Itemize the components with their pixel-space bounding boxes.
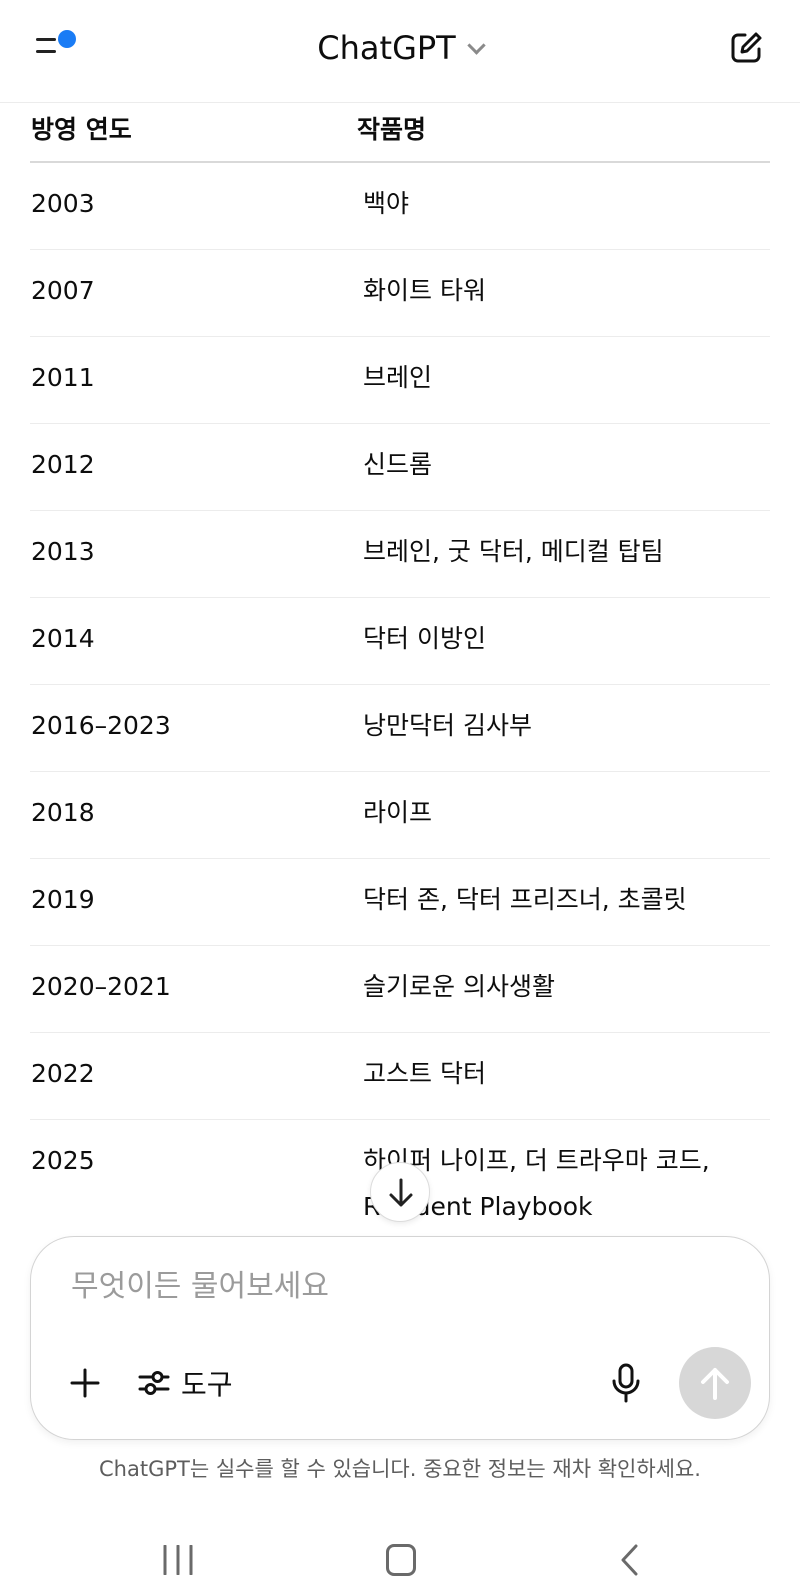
- title-cell: 고스트 닥터: [363, 1059, 486, 1088]
- prompt-input[interactable]: [71, 1263, 711, 1309]
- app-title: ChatGPT: [317, 29, 456, 67]
- table-row: 2012 신드롬: [30, 424, 770, 511]
- year-cell: 2011: [31, 363, 95, 392]
- year-cell: 2003: [31, 189, 95, 218]
- chevron-down-icon: [467, 36, 486, 55]
- year-cell: 2012: [31, 450, 95, 479]
- table-row: 2011 브레인: [30, 337, 770, 424]
- top-bar: ChatGPT: [0, 0, 800, 103]
- table-row: 2022 고스트 닥터: [30, 1033, 770, 1120]
- recent-apps-icon: [163, 1544, 193, 1576]
- table-header: 방영 연도 작품명: [30, 103, 770, 163]
- year-cell: 2014: [31, 624, 95, 653]
- scroll-to-bottom-button[interactable]: [370, 1162, 430, 1222]
- year-cell: 2007: [31, 276, 95, 305]
- tools-button[interactable]: 도구: [137, 1361, 233, 1405]
- title-cell: 화이트 타워: [363, 276, 486, 305]
- plus-icon: [70, 1368, 100, 1398]
- table-row: 2018 라이프: [30, 772, 770, 859]
- drama-table: 방영 연도 작품명 2003 백야 2007 화이트 타워 2011 브레인 2012…: [30, 103, 770, 1221]
- tools-label: 도구: [181, 1368, 233, 1401]
- back-button[interactable]: [615, 1544, 645, 1576]
- title-cell: 닥터 이방인: [363, 624, 486, 653]
- disclaimer-text: ChatGPT는 실수를 할 수 있습니다. 중요한 정보는 재차 확인하세요.: [99, 1457, 701, 1481]
- microphone-icon: [612, 1363, 640, 1403]
- home-button[interactable]: [386, 1544, 416, 1576]
- year-cell: 2013: [31, 537, 95, 566]
- table-row: 2003 백야: [30, 163, 770, 250]
- column-header-title: 작품명: [357, 115, 427, 144]
- year-cell: 2018: [31, 798, 95, 827]
- arrow-up-icon: [701, 1368, 729, 1400]
- new-chat-icon: [731, 32, 762, 63]
- title-cell: 브레인: [363, 363, 433, 392]
- back-icon: [621, 1544, 638, 1576]
- table-row: 2013 브레인, 굿 닥터, 메디컬 탑팀: [30, 511, 770, 598]
- title-cell: 닥터 존, 닥터 프리즈너, 초콜릿: [363, 885, 687, 914]
- year-cell: 2022: [31, 1059, 95, 1088]
- year-cell: 2020–2021: [31, 972, 171, 1001]
- title-cell: 백야: [363, 189, 410, 218]
- title-cell: 라이프: [363, 798, 433, 827]
- title-cell: 낭만닥터 김사부: [363, 711, 532, 740]
- year-cell: 2019: [31, 885, 95, 914]
- sliders-icon: [138, 1371, 170, 1395]
- table-row: 2019 닥터 존, 닥터 프리즈너, 초콜릿: [30, 859, 770, 946]
- year-cell: 2016–2023: [31, 711, 171, 740]
- table-row: 2007 화이트 타워: [30, 250, 770, 337]
- column-header-year: 방영 연도: [31, 115, 132, 144]
- attach-button[interactable]: [67, 1365, 103, 1401]
- table-row: 2020–2021 슬기로운 의사생활: [30, 946, 770, 1033]
- recent-apps-button[interactable]: [162, 1544, 196, 1576]
- title-cell: 슬기로운 의사생활: [363, 972, 555, 1001]
- table-row: 2014 닥터 이방인: [30, 598, 770, 685]
- model-selector[interactable]: ChatGPT: [0, 26, 800, 70]
- year-cell: 2025: [31, 1146, 95, 1175]
- system-navigation-bar: [0, 1520, 800, 1595]
- table-row: 2016–2023 낭만닥터 김사부: [30, 685, 770, 772]
- table-body: 2003 백야 2007 화이트 타워 2011 브레인 2012 신드롬 2013 브레…: [30, 163, 770, 1221]
- new-chat-button[interactable]: [726, 28, 766, 68]
- voice-input-button[interactable]: [609, 1361, 643, 1405]
- title-cell: 브레인, 굿 닥터, 메디컬 탑팀: [363, 537, 664, 566]
- composer: 도구: [30, 1236, 770, 1440]
- title-cell: 신드롬: [363, 450, 433, 479]
- arrow-down-icon: [389, 1178, 413, 1207]
- send-button[interactable]: [679, 1347, 751, 1419]
